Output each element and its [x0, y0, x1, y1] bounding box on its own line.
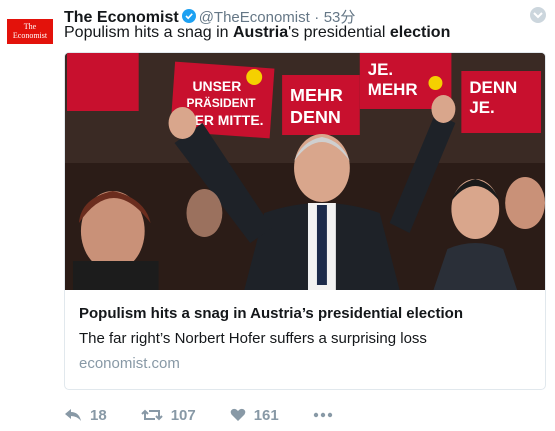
reply-icon: [65, 409, 81, 421]
tweet-header: The Economist @TheEconomist · 53分: [64, 6, 515, 26]
crowd-person: [294, 134, 350, 202]
chevron-down-icon[interactable]: [529, 6, 547, 24]
crowd-person: [186, 189, 223, 237]
more-icon: [313, 412, 332, 418]
crowd-person: [451, 179, 500, 239]
sign-text: MEHR: [290, 85, 343, 105]
retweet-icon: [140, 409, 163, 421]
raised-fist: [431, 95, 456, 123]
sign-text: DENN: [290, 107, 341, 127]
card-title[interactable]: Populism hits a snag in Austria’s presid…: [79, 305, 531, 322]
tweet-text-bold: election: [389, 24, 451, 41]
card-description: The far right’s Norbert Hofer suffers a …: [79, 330, 427, 347]
tweet-text-part: 's presidential: [288, 24, 390, 41]
reply-count: 18: [90, 406, 107, 424]
sign-text: DER MITTE.: [185, 112, 264, 128]
more-button[interactable]: [313, 412, 341, 418]
sign-text: MEHR: [368, 80, 418, 99]
sign-text: PRÄSIDENT: [186, 95, 256, 110]
retweet-button[interactable]: 107: [140, 406, 196, 424]
sign-text: JE.: [469, 98, 494, 117]
reply-button[interactable]: 18: [64, 407, 107, 424]
retweet-count: 107: [170, 406, 196, 424]
crowd-person: [505, 177, 545, 229]
sign: [66, 53, 139, 111]
like-button[interactable]: 161: [230, 407, 279, 424]
heart-icon: [230, 408, 246, 421]
link-card[interactable]: UNSER PRÄSIDENT DER MITTE. MEHR DENN JE.…: [64, 52, 546, 390]
card-domain[interactable]: economist.com: [79, 355, 531, 372]
sign-text: UNSER: [192, 78, 241, 94]
tweet-text-part: Populism hits a snag in: [64, 24, 233, 41]
avatar-line2: Economist: [12, 31, 48, 40]
verified-badge-icon: [181, 9, 196, 23]
avatar[interactable]: The Economist: [7, 19, 53, 44]
sign-dot: [428, 76, 443, 90]
sign-text: JE.: [368, 60, 393, 79]
raised-fist: [168, 107, 197, 139]
tweet-text: Populism hits a snag in Austria's presid…: [64, 24, 450, 42]
sign-text: DENN: [469, 78, 517, 97]
like-count: 161: [253, 406, 279, 424]
main-figure-tie: [316, 205, 327, 285]
tweet-text-bold: Austria: [232, 24, 289, 41]
card-photo[interactable]: UNSER PRÄSIDENT DER MITTE. MEHR DENN JE.…: [65, 53, 545, 290]
crowd-person: [72, 261, 159, 290]
card-body: Populism hits a snag in Austria’s presid…: [65, 290, 545, 380]
tweet-actions: 18 107 161: [64, 404, 375, 426]
sign-dot: [246, 69, 263, 85]
avatar-line1: The: [23, 22, 37, 31]
